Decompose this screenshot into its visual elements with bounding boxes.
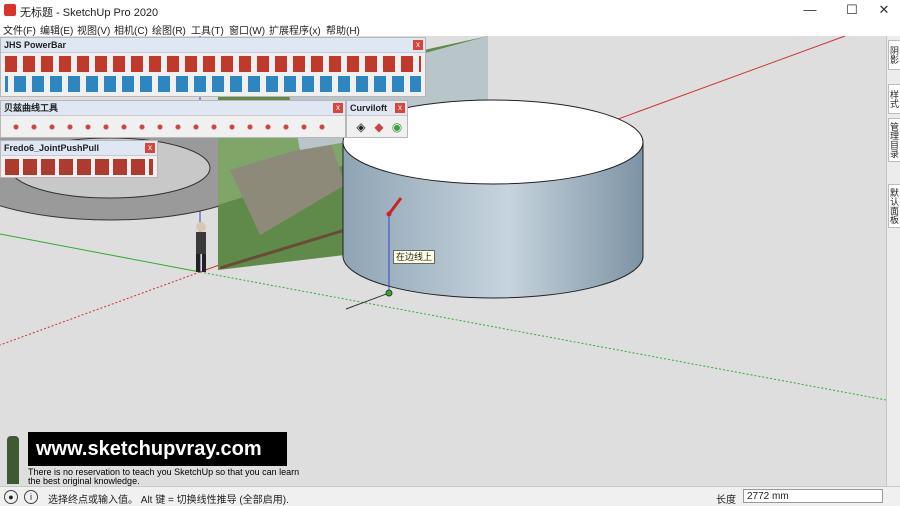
watermark-banner: www.sketchupvray.com (28, 432, 287, 466)
status-text: 选择终点或输入值。 Alt 键 = 切换线性推导 (全部启用). (48, 495, 289, 506)
curviloft-skin-icon[interactable]: ◆ (371, 119, 387, 135)
sketchup-app-icon (4, 4, 16, 16)
menu-view[interactable]: 视图(V) (77, 22, 110, 37)
inference-tooltip: 在边线上 (393, 250, 436, 264)
menu-bar: 文件(F) 编辑(E) 视图(V) 相机(C) 绘图(R) 工具(T) 窗口(W… (0, 20, 900, 37)
minimize-button[interactable]: — (792, 0, 828, 20)
curviloft-loft-icon[interactable]: ◈ (353, 119, 369, 135)
maximize-button[interactable]: ☐ (834, 0, 870, 20)
info-icon[interactable]: i (24, 490, 38, 504)
palette-fredo6-jointpushpull: Fredo6_JointPushPull x (0, 140, 158, 178)
menu-extensions[interactable]: 扩展程序(x) (269, 22, 321, 37)
measurements-input[interactable]: 2772 mm (743, 489, 883, 503)
title-bar: 无标题 - SketchUp Pro 2020 — ☐ ✕ (0, 0, 900, 20)
palette-close-button[interactable]: x (413, 40, 423, 50)
dock-tab-default-panel[interactable]: 默认面板 (888, 184, 900, 228)
geolocation-icon[interactable]: ● (4, 490, 18, 504)
menu-camera[interactable]: 相机(C) (114, 22, 148, 37)
palette-title: Fredo6_JointPushPull (1, 141, 157, 156)
palette-close-button[interactable]: x (145, 143, 155, 153)
watermark-person-figure (7, 436, 19, 484)
bezier-tool-icons[interactable] (7, 119, 337, 135)
close-button[interactable]: ✕ (866, 0, 900, 20)
dock-tab-manage-directory[interactable]: 管理目录 (888, 118, 900, 162)
palette-jhs-powerbar: JHS PowerBar x (0, 37, 426, 97)
menu-draw[interactable]: 绘图(R) (152, 22, 186, 37)
jointpushpull-tool-icons[interactable] (5, 159, 153, 175)
status-bar: ● i 选择终点或输入值。 Alt 键 = 切换线性推导 (全部启用). 长度 … (0, 486, 900, 506)
menu-edit[interactable]: 编辑(E) (40, 22, 73, 37)
window-title: 无标题 - SketchUp Pro 2020 (20, 7, 159, 19)
curviloft-rail-icon[interactable]: ◉ (389, 119, 405, 135)
menu-window[interactable]: 窗口(W) (229, 22, 265, 37)
menu-help[interactable]: 帮助(H) (326, 22, 360, 37)
palette-bezier-curves: 贝兹曲线工具 x (0, 100, 346, 138)
watermark-url: www.sketchupvray.com (36, 438, 262, 460)
palette-title: 贝兹曲线工具 (1, 101, 345, 116)
palette-title: JHS PowerBar (1, 38, 425, 53)
palette-curviloft: Curviloft x ◈ ◆ ◉ (346, 100, 408, 138)
watermark-line-2: the best original knowledge. (28, 476, 140, 486)
palette-close-button[interactable]: x (333, 103, 343, 113)
powerbar-tool-icons[interactable] (5, 56, 421, 94)
measurements-label: 长度 (716, 495, 736, 506)
dock-tab-styles[interactable]: 样式 (888, 84, 900, 114)
palette-close-button[interactable]: x (395, 103, 405, 113)
dock-tab-shadows[interactable]: 阴影 (888, 40, 900, 70)
right-dock: 阴影 样式 管理目录 默认面板 (886, 36, 900, 486)
menu-tools[interactable]: 工具(T) (191, 22, 224, 37)
menu-file[interactable]: 文件(F) (3, 22, 36, 37)
